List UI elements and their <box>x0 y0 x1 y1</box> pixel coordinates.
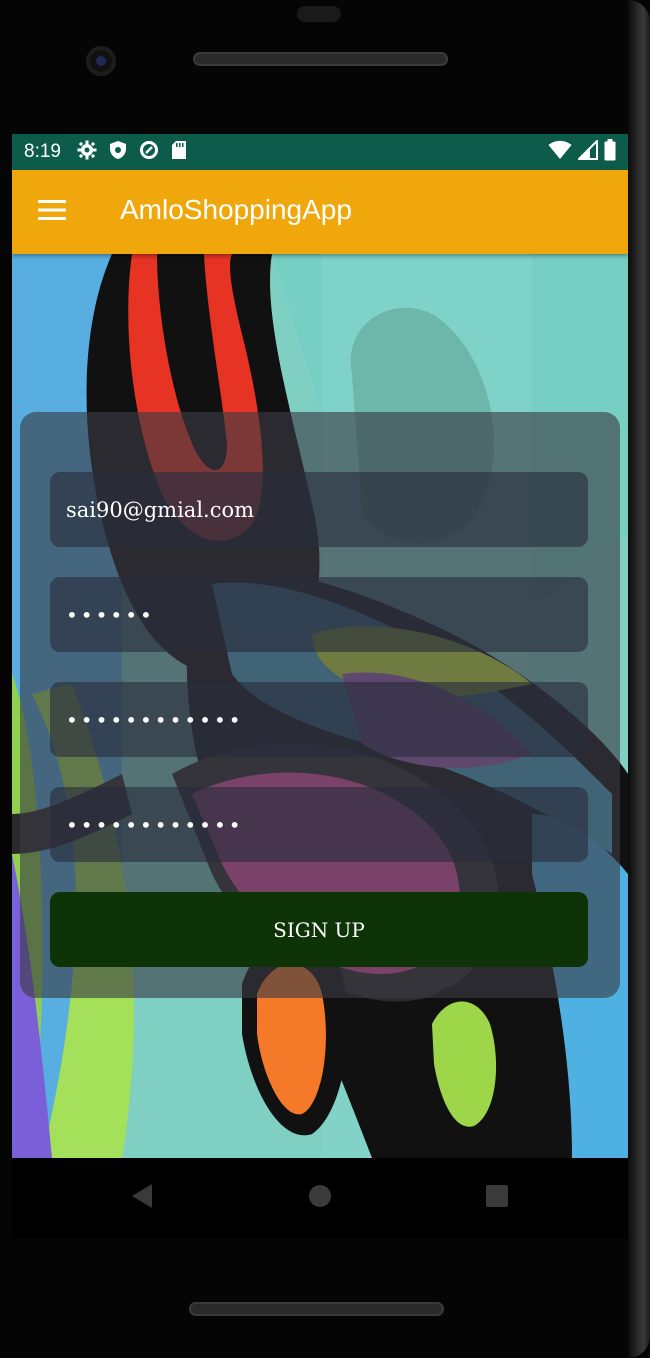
earpiece-speaker <box>193 52 448 66</box>
wifi-icon <box>548 140 572 164</box>
signup-screen: sai90@gmial.com •••••• •••••••••••• ••••… <box>12 254 628 1158</box>
status-time: 8:19 <box>24 141 61 162</box>
home-button[interactable] <box>302 1180 338 1216</box>
home-icon <box>308 1184 332 1212</box>
email-field[interactable]: sai90@gmial.com <box>50 472 588 547</box>
password-field[interactable]: •••••• <box>50 577 588 652</box>
app-bar: AmloShoppingApp <box>12 170 628 254</box>
signup-button[interactable]: SIGN UP <box>50 892 588 967</box>
menu-icon <box>36 199 68 225</box>
back-button[interactable] <box>124 1180 160 1216</box>
sd-card-icon <box>171 140 187 164</box>
navigation-bar <box>12 1158 628 1238</box>
device-screen: 8:19 AmloShoppingApp sai90@gmial.com •••… <box>12 134 628 1158</box>
back-icon <box>130 1183 154 1213</box>
password-field-3[interactable]: •••••••••••• <box>50 787 588 862</box>
front-camera <box>86 46 116 76</box>
status-icons-left <box>77 140 187 164</box>
shield-icon <box>109 140 127 164</box>
signup-card: sai90@gmial.com •••••• •••••••••••• ••••… <box>20 412 620 998</box>
bottom-speaker <box>189 1302 444 1316</box>
confirm-password-field[interactable]: •••••••••••• <box>50 682 588 757</box>
menu-button[interactable] <box>28 190 76 234</box>
phone-frame: 8:19 AmloShoppingApp sai90@gmial.com •••… <box>0 0 650 1358</box>
battery-icon <box>604 139 616 165</box>
phone-edge <box>628 0 650 1358</box>
status-bar: 8:19 <box>12 134 628 170</box>
top-sensor <box>297 6 341 22</box>
data-saver-icon <box>139 140 159 164</box>
signal-icon <box>576 138 598 164</box>
recents-icon <box>485 1184 509 1212</box>
settings-icon <box>77 140 97 164</box>
app-title: AmloShoppingApp <box>120 194 352 225</box>
recents-button[interactable] <box>479 1180 515 1216</box>
status-icons-right <box>548 138 616 165</box>
